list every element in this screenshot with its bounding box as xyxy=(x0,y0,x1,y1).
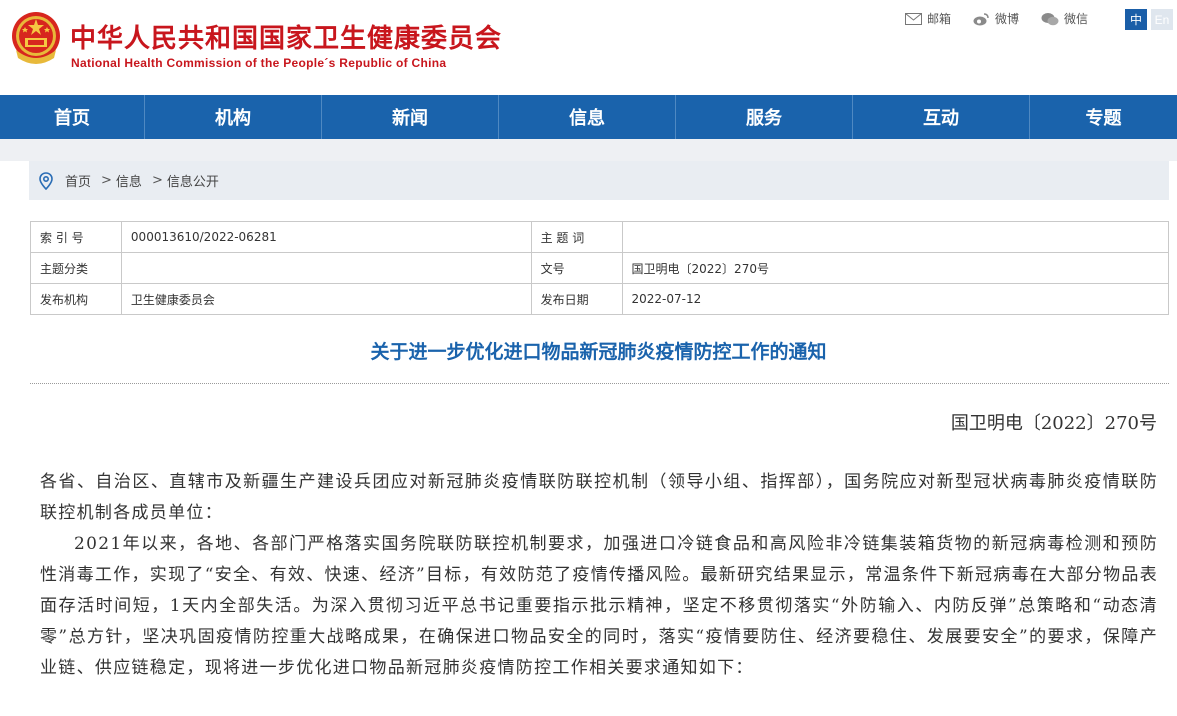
body-paragraph: 2021年以来，各地、各部门严格落实国务院联防联控机制要求，加强进口冷链食品和高… xyxy=(40,534,1158,678)
weibo-icon xyxy=(973,12,989,25)
weibo-link[interactable]: 微博 xyxy=(973,10,1019,27)
breadcrumb-home[interactable]: 首页 xyxy=(65,171,91,190)
wechat-link[interactable]: 微信 xyxy=(1041,10,1088,27)
site-title-cn[interactable]: 中华人民共和国国家卫生健康委员会 xyxy=(70,18,502,55)
content-background xyxy=(0,139,1177,161)
publish-date-label: 发布日期 xyxy=(530,283,623,315)
top-links: 邮箱 微博 微信 xyxy=(905,10,1110,27)
table-row: 索 引 号 000013610/2022-06281 主 题 词 xyxy=(30,221,1170,253)
mail-link[interactable]: 邮箱 xyxy=(905,10,951,27)
main-nav: 首页 机构 新闻 信息 服务 互动 专题 xyxy=(0,95,1177,139)
index-number-label: 索 引 号 xyxy=(30,221,122,253)
mail-icon xyxy=(905,12,922,25)
addressee-paragraph: 各省、自治区、直辖市及新疆生产建设兵团应对新冠肺炎疫情联防联控机制（领导小组、指… xyxy=(40,472,1158,523)
publish-date-value: 2022-07-12 xyxy=(621,283,1170,315)
site-title-en[interactable]: National Health Commission of the People… xyxy=(71,56,446,70)
nav-item-service[interactable]: 服务 xyxy=(676,95,853,139)
category-value xyxy=(120,252,532,284)
nav-item-interaction[interactable]: 互动 xyxy=(853,95,1030,139)
site-header: 中华人民共和国国家卫生健康委员会 National Health Commiss… xyxy=(0,0,1177,95)
language-switch: 中 En xyxy=(1121,9,1173,30)
document-body: 各省、自治区、直辖市及新疆生产建设兵团应对新冠肺炎疫情联防联控机制（领导小组、指… xyxy=(40,467,1158,684)
location-pin-icon xyxy=(39,171,53,190)
breadcrumb: 首页 > 信息 > 信息公开 xyxy=(29,161,1169,200)
nav-item-organization[interactable]: 机构 xyxy=(145,95,322,139)
category-label: 主题分类 xyxy=(30,252,122,284)
publisher-value: 卫生健康委员会 xyxy=(120,283,532,315)
nav-item-topics[interactable]: 专题 xyxy=(1030,95,1177,139)
document-number-value: 国卫明电〔2022〕270号 xyxy=(621,252,1170,284)
nav-item-news[interactable]: 新闻 xyxy=(322,95,499,139)
breadcrumb-info[interactable]: 信息 xyxy=(116,171,142,190)
lang-cn-button[interactable]: 中 xyxy=(1125,9,1147,30)
table-row: 主题分类 文号 国卫明电〔2022〕270号 xyxy=(30,252,1170,284)
wechat-label: 微信 xyxy=(1064,12,1089,26)
document-number: 国卫明电〔2022〕270号 xyxy=(950,413,1157,434)
breadcrumb-public-info[interactable]: 信息公开 xyxy=(167,171,219,190)
keywords-label: 主 题 词 xyxy=(530,221,623,253)
table-row: 发布机构 卫生健康委员会 发布日期 2022-07-12 xyxy=(30,283,1170,315)
national-emblem-icon[interactable] xyxy=(10,10,62,70)
keywords-value xyxy=(621,221,1170,253)
document-title: 关于进一步优化进口物品新冠肺炎疫情防控工作的通知 xyxy=(370,341,827,363)
breadcrumb-separator: > xyxy=(151,173,163,188)
index-number-value: 000013610/2022-06281 xyxy=(120,221,532,253)
weibo-label: 微博 xyxy=(995,12,1020,26)
publisher-label: 发布机构 xyxy=(30,283,122,315)
mail-label: 邮箱 xyxy=(927,12,952,26)
lang-en-button[interactable]: En xyxy=(1151,9,1173,30)
document-info-table: 索 引 号 000013610/2022-06281 主 题 词 主题分类 文号… xyxy=(30,221,1170,315)
document-number-label: 文号 xyxy=(530,252,623,284)
divider xyxy=(30,383,1169,384)
nav-item-home[interactable]: 首页 xyxy=(0,95,145,139)
breadcrumb-separator: > xyxy=(101,173,112,188)
nav-item-info[interactable]: 信息 xyxy=(499,95,676,139)
wechat-icon xyxy=(1041,12,1059,25)
